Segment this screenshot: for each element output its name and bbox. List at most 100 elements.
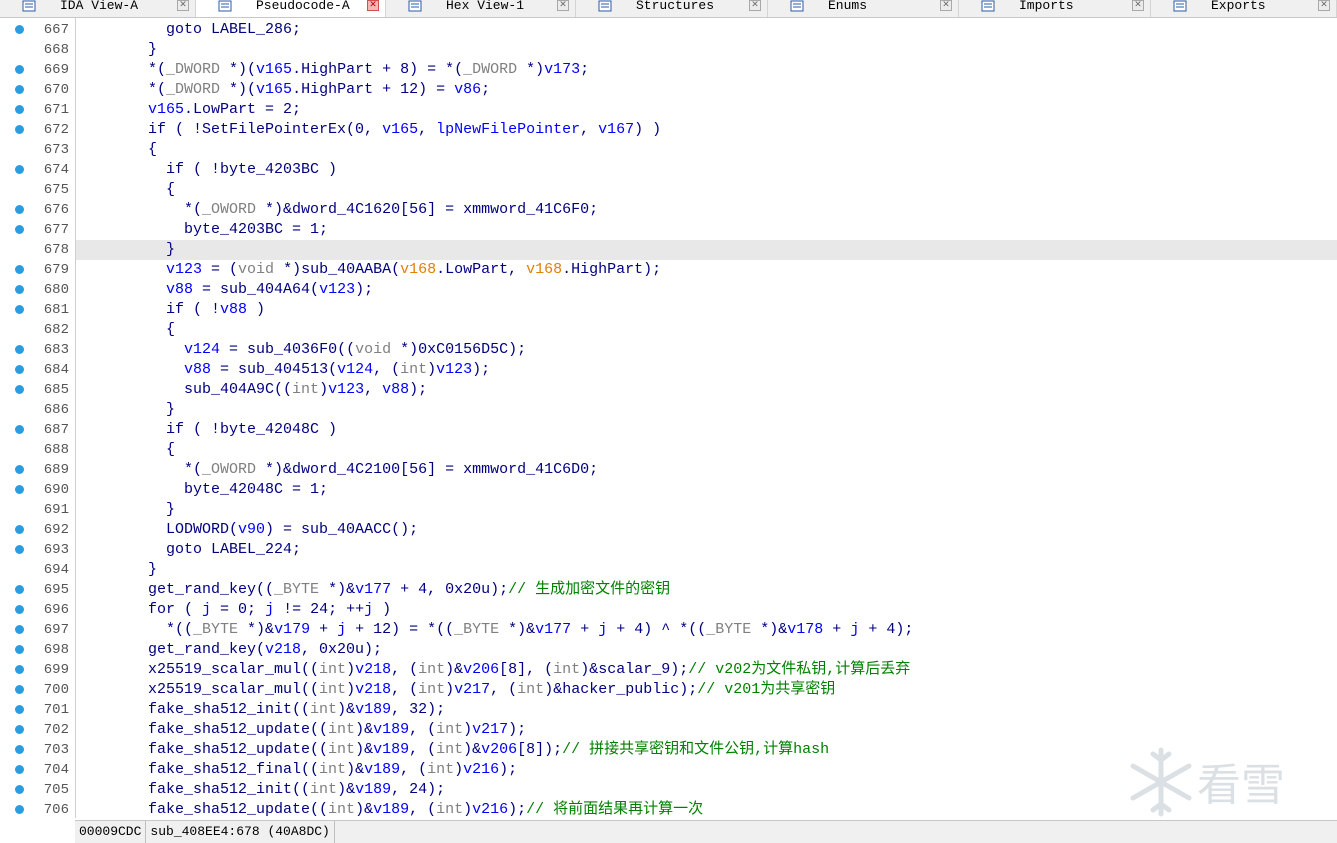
code-line[interactable]: fake_sha512_update((int)&v189, (int)v217… (76, 720, 1337, 740)
code-line[interactable]: LODWORD(v90) = sub_40AACC(); (76, 520, 1337, 540)
code-line[interactable]: v88 = sub_404513(v124, (int)v123); (76, 360, 1337, 380)
breakpoint-dot-icon[interactable] (15, 705, 24, 714)
breakpoint-dot-icon[interactable] (15, 745, 24, 754)
tab-imports[interactable]: Imports ✕ (959, 0, 1151, 17)
code-line[interactable]: byte_42048C = 1; (76, 480, 1337, 500)
gutter-row: 691 (0, 500, 75, 520)
gutter-row: 687 (0, 420, 75, 440)
code-line[interactable]: { (76, 180, 1337, 200)
breakpoint-dot-icon[interactable] (15, 485, 24, 494)
code-line[interactable]: *(_OWORD *)&dword_4C1620[56] = xmmword_4… (76, 200, 1337, 220)
breakpoint-dot-icon[interactable] (15, 85, 24, 94)
breakpoint-dot-icon[interactable] (15, 265, 24, 274)
breakpoint-dot-icon[interactable] (15, 645, 24, 654)
close-icon[interactable]: ✕ (940, 0, 952, 11)
breakpoint-dot-icon[interactable] (15, 165, 24, 174)
tab-hex-view-1[interactable]: Hex View-1 ✕ (386, 0, 576, 17)
code-line[interactable]: v124 = sub_4036F0((void *)0xC0156D5C); (76, 340, 1337, 360)
code-line[interactable]: if ( !byte_42048C ) (76, 420, 1337, 440)
pseudocode-view[interactable]: goto LABEL_286; } *(_DWORD *)(v165.HighP… (76, 18, 1337, 818)
gutter-row: 704 (0, 760, 75, 780)
close-icon[interactable]: ✕ (1132, 0, 1144, 11)
breakpoint-dot-icon[interactable] (15, 385, 24, 394)
breakpoint-dot-icon[interactable] (15, 65, 24, 74)
breakpoint-dot-icon[interactable] (15, 285, 24, 294)
close-icon[interactable]: ✕ (1318, 0, 1330, 11)
breakpoint-dot-icon[interactable] (15, 465, 24, 474)
line-number-gutter: 667 668 669 670 671 672 673 674 675 676 677 678 679 6… (0, 18, 76, 818)
line-number: 692 (43, 522, 69, 538)
code-line[interactable]: get_rand_key(v218, 0x20u); (76, 640, 1337, 660)
code-line[interactable]: sub_404A9C((int)v123, v88); (76, 380, 1337, 400)
code-line[interactable]: if ( !v88 ) (76, 300, 1337, 320)
code-line[interactable]: x25519_scalar_mul((int)v218, (int)v217, … (76, 680, 1337, 700)
tab-structures[interactable]: Structures ✕ (576, 0, 768, 17)
gutter-row: 685 (0, 380, 75, 400)
code-line[interactable]: } (76, 560, 1337, 580)
breakpoint-dot-icon[interactable] (15, 685, 24, 694)
code-line[interactable]: x25519_scalar_mul((int)v218, (int)&v206[… (76, 660, 1337, 680)
tab-ida-view-a[interactable]: IDA View-A ✕ (0, 0, 196, 17)
breakpoint-dot-icon[interactable] (15, 305, 24, 314)
breakpoint-dot-icon[interactable] (15, 665, 24, 674)
breakpoint-dot-icon[interactable] (15, 525, 24, 534)
line-number: 691 (43, 502, 69, 518)
breakpoint-dot-icon[interactable] (15, 585, 24, 594)
gutter-row: 692 (0, 520, 75, 540)
hex-view-icon (408, 0, 422, 12)
line-number: 682 (43, 322, 69, 338)
gutter-row: 667 (0, 20, 75, 40)
code-line[interactable]: } (76, 40, 1337, 60)
code-line[interactable]: { (76, 320, 1337, 340)
code-line[interactable]: *((_BYTE *)&v179 + j + 12) = *((_BYTE *)… (76, 620, 1337, 640)
code-line[interactable]: } (76, 240, 1337, 260)
code-line[interactable]: goto LABEL_224; (76, 540, 1337, 560)
gutter-row: 677 (0, 220, 75, 240)
breakpoint-dot-icon[interactable] (15, 545, 24, 554)
breakpoint-dot-icon[interactable] (15, 125, 24, 134)
tab-pseudocode-a[interactable]: Pseudocode-A ✕ (196, 0, 386, 17)
code-line[interactable]: fake_sha512_init((int)&v189, 32); (76, 700, 1337, 720)
code-line[interactable]: if ( !SetFilePointerEx(0, v165, lpNewFil… (76, 120, 1337, 140)
close-icon[interactable]: ✕ (749, 0, 761, 11)
code-line[interactable]: if ( !byte_4203BC ) (76, 160, 1337, 180)
code-line[interactable]: *(_DWORD *)(v165.HighPart + 12) = v86; (76, 80, 1337, 100)
breakpoint-dot-icon[interactable] (15, 625, 24, 634)
code-line[interactable]: v165.LowPart = 2; (76, 100, 1337, 120)
gutter-row: 686 (0, 400, 75, 420)
close-icon[interactable]: ✕ (177, 0, 189, 11)
breakpoint-dot-icon[interactable] (15, 365, 24, 374)
code-line[interactable]: goto LABEL_286; (76, 20, 1337, 40)
breakpoint-dot-icon[interactable] (15, 605, 24, 614)
tab-exports[interactable]: Exports ✕ (1151, 0, 1337, 17)
code-line[interactable]: } (76, 400, 1337, 420)
breakpoint-dot-icon[interactable] (15, 25, 24, 34)
code-line[interactable]: { (76, 440, 1337, 460)
breakpoint-dot-icon[interactable] (15, 725, 24, 734)
close-icon[interactable]: ✕ (367, 0, 379, 11)
code-line[interactable]: *(_OWORD *)&dword_4C2100[56] = xmmword_4… (76, 460, 1337, 480)
structures-icon (598, 0, 612, 12)
breakpoint-dot-icon[interactable] (15, 805, 24, 814)
gutter-row: 699 (0, 660, 75, 680)
tab-label: Structures (636, 0, 715, 13)
code-line[interactable]: { (76, 140, 1337, 160)
code-line[interactable]: for ( j = 0; j != 24; ++j ) (76, 600, 1337, 620)
breakpoint-dot-icon[interactable] (15, 765, 24, 774)
code-line[interactable]: get_rand_key((_BYTE *)&v177 + 4, 0x20u);… (76, 580, 1337, 600)
breakpoint-dot-icon[interactable] (15, 105, 24, 114)
code-line[interactable]: } (76, 500, 1337, 520)
breakpoint-dot-icon[interactable] (15, 785, 24, 794)
tab-label: Pseudocode-A (256, 0, 350, 13)
code-line[interactable]: v123 = (void *)sub_40AABA(v168.LowPart, … (76, 260, 1337, 280)
code-line[interactable]: *(_DWORD *)(v165.HighPart + 8) = *(_DWOR… (76, 60, 1337, 80)
code-line[interactable]: v88 = sub_404A64(v123); (76, 280, 1337, 300)
tab-enums[interactable]: Enums ✕ (768, 0, 959, 17)
breakpoint-dot-icon[interactable] (15, 205, 24, 214)
code-line[interactable]: byte_4203BC = 1; (76, 220, 1337, 240)
breakpoint-dot-icon[interactable] (15, 345, 24, 354)
breakpoint-dot-icon[interactable] (15, 425, 24, 434)
breakpoint-dot-icon[interactable] (15, 225, 24, 234)
line-number: 696 (43, 602, 69, 618)
close-icon[interactable]: ✕ (557, 0, 569, 11)
